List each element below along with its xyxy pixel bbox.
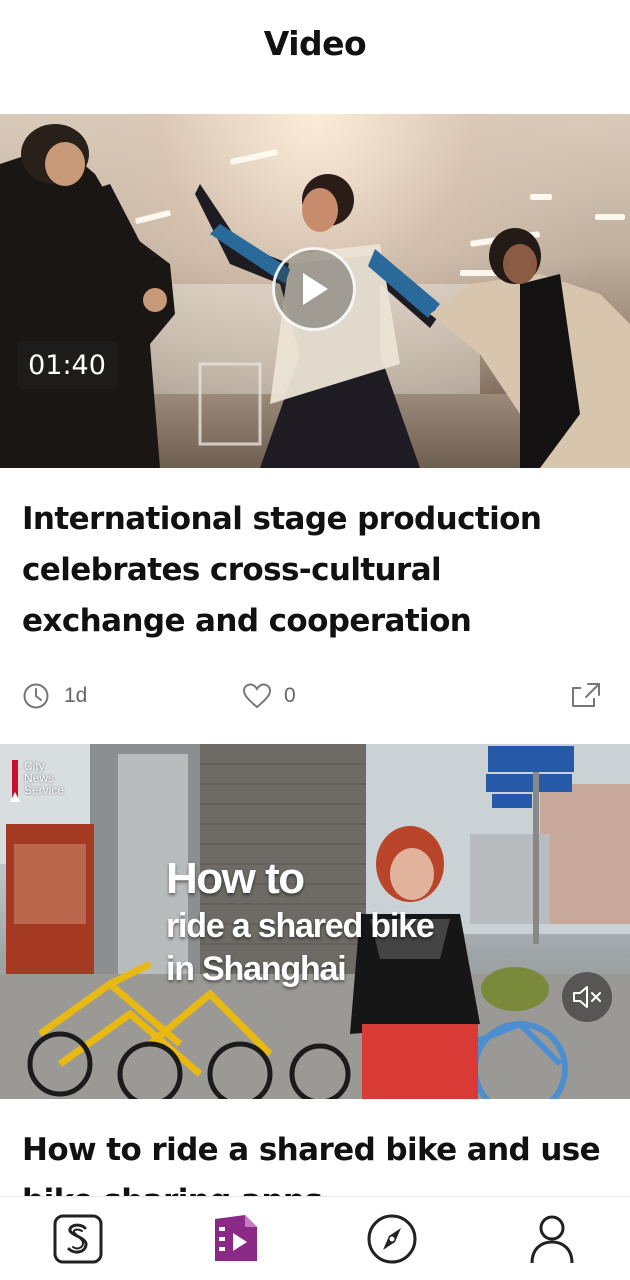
nav-home[interactable] [50, 1211, 106, 1267]
video-overlay-title: How to [166, 854, 305, 903]
video-thumbnail-2[interactable]: City News Service How to ride a shared b… [0, 744, 630, 1099]
nav-video[interactable] [208, 1211, 264, 1267]
compass-icon [367, 1214, 417, 1264]
video-icon [215, 1215, 257, 1261]
mute-button[interactable] [562, 972, 612, 1022]
bottom-navigation [0, 1196, 630, 1280]
nav-discover[interactable] [364, 1211, 420, 1267]
play-button[interactable] [272, 247, 356, 331]
article-title[interactable]: International stage production celebrate… [22, 494, 612, 647]
video-thumbnail-1[interactable]: 01:40 [0, 114, 630, 468]
page-title: Video [263, 23, 367, 63]
profile-icon [530, 1215, 574, 1264]
nav-profile[interactable] [524, 1211, 580, 1267]
muted-speaker-icon [573, 986, 601, 1008]
video-overlay-title: ride a shared bike [166, 907, 435, 945]
clock-icon [23, 683, 49, 709]
share-icon[interactable] [570, 680, 602, 710]
like-count: 0 [284, 684, 296, 707]
time-ago: 1d [64, 684, 88, 707]
video-overlay-title: in Shanghai [166, 950, 347, 988]
heart-icon[interactable] [242, 682, 272, 710]
shine-logo-icon [53, 1214, 103, 1264]
play-icon [303, 273, 328, 305]
article-meta: 1d 0 [0, 676, 630, 716]
video-page: Video 01:40 International stage producti… [0, 0, 630, 1280]
video-duration: 01:40 [17, 341, 117, 389]
header: Video [0, 0, 630, 86]
source-logo-text: City News Service [24, 759, 65, 797]
